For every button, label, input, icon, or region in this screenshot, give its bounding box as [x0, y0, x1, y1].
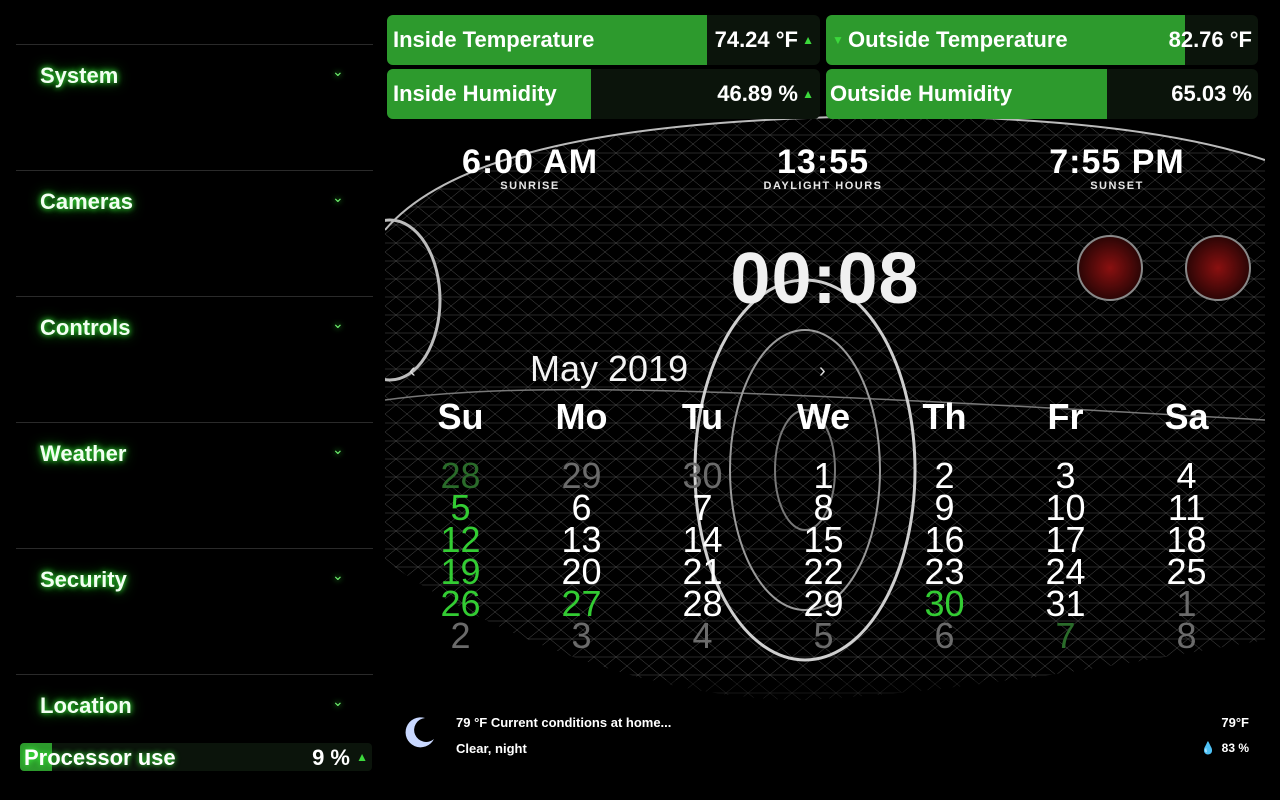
outside-temperature-sensor[interactable]: ▼ Outside Temperature 82.76 °F	[826, 15, 1258, 65]
sidebar-item-label: Cameras	[40, 189, 133, 214]
inside-temperature-sensor[interactable]: Inside Temperature 74.24 °F ▲	[387, 15, 820, 65]
sidebar-item-label: Weather	[40, 441, 127, 466]
outside-temperature-value: 82.76 °F	[1168, 27, 1252, 52]
calendar-day[interactable]: 8	[1126, 618, 1247, 654]
calendar-weekday-header: Mo	[555, 396, 608, 437]
sunrise-time: 6:00 AM	[461, 143, 599, 181]
outside-humidity-label: Outside Humidity	[830, 81, 1013, 106]
calendar-next-button[interactable]: ›	[819, 360, 826, 383]
sidebar-item-label: Location	[40, 693, 132, 718]
calendar-weekday-header: Th	[922, 396, 967, 437]
chevron-down-icon[interactable]: ⌄	[332, 315, 346, 331]
chevron-down-icon[interactable]: ⌄	[332, 693, 346, 709]
calendar-day[interactable]: 6	[884, 618, 1005, 654]
chevron-down-icon[interactable]: ⌄	[332, 63, 346, 79]
weather-temperature: 79°F	[1221, 715, 1249, 730]
moon-icon	[405, 717, 434, 748]
calendar-weekday-header: Su	[437, 396, 484, 437]
sidebar-item-controls[interactable]: Controls ⌄	[16, 296, 373, 423]
chevron-down-icon[interactable]: ⌄	[332, 189, 346, 205]
sunrise-info: 6:00 AM SUNRISE	[430, 144, 630, 192]
processor-use-sensor[interactable]: Processor use 9 % ▲	[20, 743, 372, 771]
trend-up-icon: ▲	[356, 750, 368, 764]
calendar-weekday-header: Fr	[1047, 396, 1084, 437]
inside-humidity-label: Inside Humidity	[393, 81, 557, 106]
sidebar-item-label: Controls	[40, 315, 131, 340]
calendar-weekday-header: Tu	[681, 396, 724, 437]
calendar-day[interactable]: 5	[763, 618, 884, 654]
daylight-info: 13:55 DAYLIGHT HOURS	[723, 144, 923, 192]
processor-use-label: Processor use	[24, 745, 176, 770]
calendar-weekday-header: Sa	[1164, 396, 1209, 437]
sidebar-item-label: System	[40, 63, 119, 88]
sunrise-caption: SUNRISE	[500, 180, 560, 192]
outside-temperature-label: Outside Temperature	[848, 27, 1068, 52]
processor-use-value: 9 %	[312, 745, 350, 770]
trend-down-icon: ▼	[832, 33, 844, 47]
inside-temperature-value: 74.24 °F	[714, 27, 798, 52]
calendar-day[interactable]: 2	[400, 618, 521, 654]
main-panel: Inside Temperature 74.24 °F ▲ ▼ Outside …	[385, 0, 1265, 780]
sidebar-item-system[interactable]: System ⌄	[16, 44, 373, 171]
weather-humidity-value: 83 %	[1221, 741, 1249, 755]
sidebar: System ⌄ Cameras ⌄ Controls ⌄ Weather ⌄ …	[0, 0, 385, 800]
sidebar-item-cameras[interactable]: Cameras ⌄	[16, 170, 373, 297]
calendar-day[interactable]: 4	[642, 618, 763, 654]
calendar-day[interactable]: 3	[521, 618, 642, 654]
daylight-hours: 13:55	[777, 143, 869, 181]
chevron-down-icon[interactable]: ⌄	[332, 441, 346, 457]
outside-humidity-value: 65.03 %	[1171, 81, 1252, 106]
weather-condition: Clear, night	[456, 741, 527, 756]
sidebar-item-weather[interactable]: Weather ⌄	[16, 422, 373, 549]
sunset-info: 7:55 PM SUNSET	[1017, 144, 1217, 192]
sidebar-item-location[interactable]: Location ⌄	[16, 674, 373, 741]
inside-humidity-value: 46.89 %	[717, 81, 798, 106]
sunset-time: 7:55 PM	[1049, 143, 1185, 181]
sidebar-item-security[interactable]: Security ⌄	[16, 548, 373, 675]
daylight-caption: DAYLIGHT HOURS	[763, 180, 883, 192]
calendar-prev-button[interactable]: ‹	[409, 360, 416, 383]
inside-temperature-label: Inside Temperature	[393, 27, 595, 52]
calendar-day[interactable]: 7	[1005, 618, 1126, 654]
trend-up-icon: ▲	[802, 33, 814, 47]
calendar-weekday-header: We	[796, 396, 851, 437]
weather-summary: 79 °F Current conditions at home...	[456, 715, 672, 730]
outside-humidity-sensor[interactable]: Outside Humidity 65.03 %	[826, 69, 1258, 119]
inside-humidity-sensor[interactable]: Inside Humidity 46.89 % ▲	[387, 69, 820, 119]
sidebar-item-label: Security	[40, 567, 127, 592]
water-drop-icon: 💧	[1200, 741, 1216, 755]
sunset-caption: SUNSET	[1090, 180, 1144, 192]
clock: 00:08	[730, 239, 920, 319]
weather-humidity: 💧 83 %	[1201, 741, 1249, 755]
weather-card[interactable]: 79 °F Current conditions at home... Clea…	[385, 705, 1265, 765]
trend-up-icon: ▲	[802, 87, 814, 101]
calendar-title: May 2019	[530, 348, 689, 389]
chevron-down-icon[interactable]: ⌄	[332, 567, 346, 583]
